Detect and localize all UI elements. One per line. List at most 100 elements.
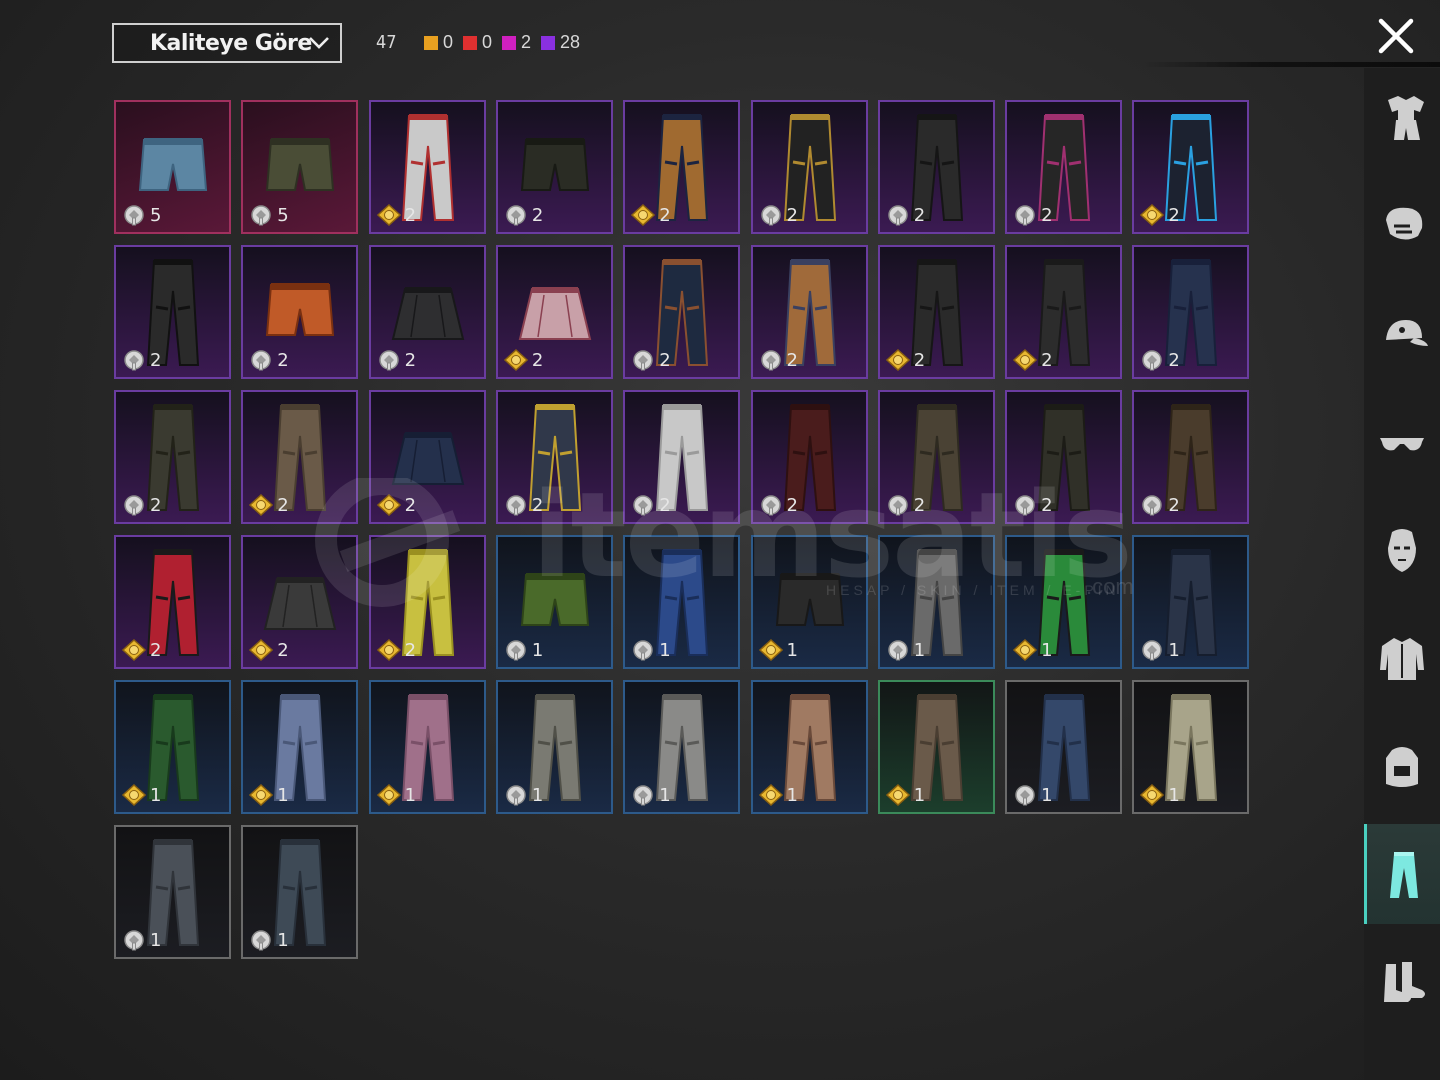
inventory-item[interactable]: 2 — [1132, 100, 1250, 234]
inventory-item[interactable]: 2 — [368, 245, 486, 379]
inventory-item[interactable]: 2 — [1005, 100, 1123, 234]
cap-icon — [1386, 320, 1428, 346]
total-item-count: 47 — [376, 32, 397, 53]
close-icon[interactable] — [1376, 16, 1416, 56]
inventory-item[interactable]: 5 — [114, 100, 231, 234]
inventory-item[interactable]: 1 — [623, 680, 741, 814]
silver-crate-icon — [633, 495, 653, 516]
category-tab-pants[interactable] — [1364, 824, 1440, 924]
item-count: 2 — [404, 639, 417, 661]
inventory-item[interactable]: 1 — [114, 825, 231, 959]
item-badge: 2 — [631, 494, 671, 516]
rarity-swatch — [502, 35, 517, 50]
sort-dropdown[interactable]: Kaliteye Göre — [112, 23, 342, 63]
inventory-item[interactable]: 2 — [241, 390, 359, 524]
gold-coupon-icon — [503, 349, 528, 371]
category-tab-mask[interactable] — [1364, 176, 1440, 276]
item-count: 2 — [1168, 204, 1180, 226]
inventory-item[interactable]: 2 — [495, 245, 613, 379]
gold-coupon-icon — [1013, 349, 1038, 371]
item-count: 2 — [277, 349, 289, 371]
category-tab-outfit[interactable] — [1364, 68, 1440, 168]
inventory-item[interactable]: 2 — [623, 245, 741, 379]
silver-crate-icon — [124, 350, 144, 371]
inventory-item[interactable]: 1 — [368, 680, 486, 814]
rarity-swatch — [463, 35, 478, 50]
inventory-item[interactable]: 1 — [114, 680, 231, 814]
inventory-item[interactable]: 2 — [1132, 245, 1250, 379]
gold-coupon-icon — [885, 349, 910, 371]
inventory-item[interactable]: 2 — [495, 100, 613, 234]
inventory-item[interactable]: 1 — [241, 825, 359, 959]
inventory-item[interactable]: 2 — [1132, 390, 1250, 524]
inventory-item[interactable]: 1 — [1005, 535, 1123, 669]
inventory-item[interactable]: 2 — [623, 390, 741, 524]
item-count: 2 — [913, 349, 926, 371]
inventory-item[interactable]: 1 — [877, 535, 995, 669]
category-tab-cap[interactable] — [1364, 284, 1440, 384]
silver-crate-icon — [888, 495, 908, 516]
inventory-item[interactable]: 2 — [877, 245, 995, 379]
inventory-item[interactable]: 2 — [368, 100, 486, 234]
category-tab-jacket[interactable] — [1364, 608, 1440, 708]
item-count: 1 — [1168, 784, 1180, 806]
item-count: 2 — [404, 494, 417, 516]
item-count: 2 — [150, 494, 162, 516]
item-count: 1 — [277, 784, 289, 806]
item-count: 2 — [404, 349, 417, 371]
inventory-item[interactable]: 2 — [623, 100, 741, 234]
category-tab-face[interactable] — [1364, 500, 1440, 600]
inventory-item[interactable]: 2 — [750, 245, 868, 379]
inventory-item[interactable]: 1 — [1132, 680, 1250, 814]
gold-coupon-icon — [885, 784, 910, 806]
inventory-item[interactable]: 1 — [241, 680, 359, 814]
item-count: 2 — [913, 494, 926, 516]
category-tab-shoes[interactable] — [1364, 932, 1440, 1032]
item-count: 1 — [659, 639, 671, 661]
silver-crate-icon — [124, 930, 144, 951]
item-count: 1 — [150, 929, 162, 951]
item-badge: 2 — [631, 204, 671, 226]
category-tab-backpack[interactable] — [1364, 716, 1440, 816]
gold-coupon-icon — [249, 494, 274, 516]
inventory-item[interactable]: 1 — [495, 680, 613, 814]
inventory-item[interactable]: 2 — [1005, 245, 1123, 379]
category-tab-glasses[interactable] — [1364, 392, 1440, 492]
item-count: 2 — [150, 349, 162, 371]
item-count: 2 — [1041, 494, 1053, 516]
inventory-item[interactable]: 1 — [1005, 680, 1123, 814]
inventory-item[interactable]: 1 — [750, 535, 868, 669]
inventory-item[interactable]: 5 — [241, 100, 359, 234]
inventory-item[interactable]: 2 — [368, 535, 486, 669]
inventory-item[interactable]: 2 — [1005, 390, 1123, 524]
inventory-item[interactable]: 1 — [750, 680, 868, 814]
inventory-item[interactable]: 2 — [368, 390, 486, 524]
inventory-item[interactable]: 2 — [750, 390, 868, 524]
item-badge: 1 — [631, 784, 671, 806]
backpack-icon — [1386, 747, 1418, 787]
inventory-item[interactable]: 2 — [877, 100, 995, 234]
inventory-item[interactable]: 2 — [114, 390, 231, 524]
inventory-item[interactable]: 2 — [495, 390, 613, 524]
item-badge: 2 — [504, 204, 543, 226]
item-count: 1 — [404, 784, 417, 806]
item-count: 5 — [150, 204, 162, 226]
silver-crate-icon — [1142, 350, 1163, 371]
inventory-item[interactable]: 1 — [623, 535, 741, 669]
inventory-item[interactable]: 2 — [114, 245, 231, 379]
inventory-item[interactable]: 2 — [750, 100, 868, 234]
item-badge: 1 — [504, 639, 543, 661]
item-count: 2 — [659, 349, 671, 371]
item-badge: 2 — [1013, 204, 1053, 226]
inventory-item[interactable]: 1 — [1132, 535, 1250, 669]
inventory-item[interactable]: 2 — [241, 535, 359, 669]
gold-coupon-icon — [376, 784, 401, 806]
item-count: 2 — [1041, 349, 1053, 371]
inventory-item[interactable]: 2 — [241, 245, 359, 379]
inventory-item[interactable]: 2 — [114, 535, 231, 669]
inventory-item[interactable]: 1 — [877, 680, 995, 814]
header-divider — [1140, 62, 1440, 67]
item-count: 1 — [786, 784, 798, 806]
inventory-item[interactable]: 1 — [495, 535, 613, 669]
inventory-item[interactable]: 2 — [877, 390, 995, 524]
